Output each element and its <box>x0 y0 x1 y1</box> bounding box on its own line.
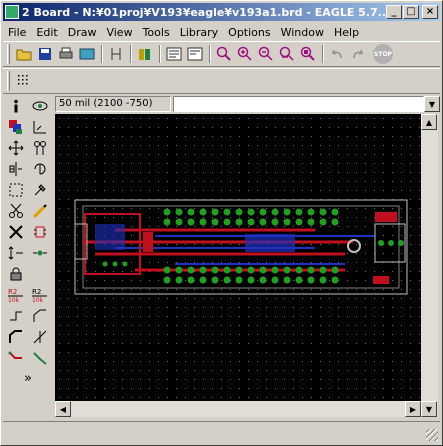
close-button[interactable]: × <box>422 5 438 19</box>
paste-icon[interactable] <box>30 201 50 221</box>
menu-file[interactable]: File <box>3 26 31 39</box>
library-icon[interactable] <box>135 44 155 64</box>
open-folder-icon[interactable] <box>14 44 34 64</box>
display-layers-icon[interactable] <box>6 117 26 137</box>
show-icon[interactable] <box>30 96 50 116</box>
menu-window[interactable]: Window <box>276 26 329 39</box>
coordinate-display: 50 mil (2100 -750) <box>55 96 171 112</box>
script-icon[interactable] <box>164 44 184 64</box>
save-icon[interactable] <box>35 44 55 64</box>
menu-tools[interactable]: Tools <box>138 26 175 39</box>
zoom-redraw-icon[interactable] <box>277 44 297 64</box>
menu-options[interactable]: Options <box>223 26 275 39</box>
scroll-down-button[interactable]: ▼ <box>421 401 437 417</box>
parameter-toolbar <box>3 68 440 94</box>
delete-icon[interactable] <box>6 222 26 242</box>
toolbar-separator <box>159 45 161 63</box>
miter-icon[interactable] <box>30 306 50 326</box>
add-icon[interactable] <box>30 222 50 242</box>
zoom-fit-icon[interactable] <box>214 44 234 64</box>
scroll-right-button[interactable]: ▶ <box>405 401 421 417</box>
board-canvas[interactable] <box>55 114 421 401</box>
horizontal-scrollbar[interactable]: ◀ ▶ <box>55 401 421 417</box>
toolbar-separator <box>101 45 103 63</box>
eagle-window: 2 Board - N:¥01proj¥V193¥eagle¥v193a1.br… <box>0 0 443 446</box>
main-toolbar: STOP <box>3 41 440 67</box>
status-bar <box>3 421 440 443</box>
redo-icon[interactable] <box>348 44 368 64</box>
menu-bar: File Edit Draw View Tools Library Option… <box>3 23 440 41</box>
command-toolbar: R2 10k R2 10k » <box>3 95 53 420</box>
replace-icon[interactable] <box>30 243 50 263</box>
toolbar-separator <box>130 45 132 63</box>
grid-icon[interactable] <box>14 71 34 91</box>
mark-icon[interactable] <box>30 117 50 137</box>
copy-icon[interactable] <box>30 138 50 158</box>
command-dropdown-button[interactable]: ▼ <box>424 96 440 112</box>
scroll-up-button[interactable]: ▲ <box>421 114 437 130</box>
info-icon[interactable] <box>6 96 26 116</box>
zoom-select-icon[interactable] <box>298 44 318 64</box>
toolbar-grip[interactable] <box>7 71 10 91</box>
vertical-scrollbar[interactable]: ▲ ▼ <box>421 114 438 417</box>
more-tools-icon[interactable]: » <box>18 369 38 389</box>
ripup-icon[interactable] <box>30 348 50 368</box>
minimize-button[interactable]: _ <box>386 5 402 19</box>
smash-icon[interactable] <box>6 306 26 326</box>
name-icon[interactable]: R2 10k <box>6 285 26 305</box>
zoom-in-icon[interactable] <box>235 44 255 64</box>
menu-draw[interactable]: Draw <box>63 26 102 39</box>
value-icon[interactable]: R2 10k <box>30 285 50 305</box>
undo-icon[interactable] <box>327 44 347 64</box>
route-icon[interactable] <box>6 348 26 368</box>
command-bar: 50 mil (2100 -750) ▼ <box>55 95 440 113</box>
move-icon[interactable] <box>6 138 26 158</box>
svg-text:10k: 10k <box>8 297 20 303</box>
print-icon[interactable] <box>56 44 76 64</box>
board-drawing <box>55 114 421 401</box>
window-title: 2 Board - N:¥01proj¥V193¥eagle¥v193a1.br… <box>22 5 385 19</box>
menu-view[interactable]: View <box>101 26 137 39</box>
rotate-icon[interactable] <box>30 159 50 179</box>
lock-icon[interactable] <box>6 264 26 284</box>
resize-grip[interactable] <box>426 429 438 441</box>
switch-schematic-icon[interactable] <box>106 44 126 64</box>
svg-text:R2: R2 <box>32 288 41 296</box>
optimize-icon[interactable] <box>30 327 50 347</box>
svg-text:10k: 10k <box>32 297 44 303</box>
menu-help[interactable]: Help <box>329 26 364 39</box>
scroll-left-button[interactable]: ◀ <box>55 401 71 417</box>
stop-button[interactable]: STOP <box>373 44 393 64</box>
cut-icon[interactable] <box>6 201 26 221</box>
svg-text:R2: R2 <box>8 288 17 296</box>
ulp-icon[interactable] <box>185 44 205 64</box>
maximize-button[interactable]: □ <box>403 5 419 19</box>
title-bar[interactable]: 2 Board - N:¥01proj¥V193¥eagle¥v193a1.br… <box>3 3 440 21</box>
empty-slot <box>30 264 50 284</box>
menu-library[interactable]: Library <box>175 26 223 39</box>
toolbar-separator <box>209 45 211 63</box>
zoom-out-icon[interactable] <box>256 44 276 64</box>
pinswap-icon[interactable] <box>6 243 26 263</box>
toolbar-grip[interactable] <box>7 44 10 64</box>
cam-processor-icon[interactable] <box>77 44 97 64</box>
command-input[interactable] <box>173 96 424 112</box>
toolbar-separator <box>322 45 324 63</box>
mirror-icon[interactable] <box>6 159 26 179</box>
split-icon[interactable] <box>6 327 26 347</box>
group-icon[interactable] <box>6 180 26 200</box>
app-icon[interactable] <box>5 5 19 19</box>
menu-edit[interactable]: Edit <box>31 26 62 39</box>
change-icon[interactable] <box>30 180 50 200</box>
